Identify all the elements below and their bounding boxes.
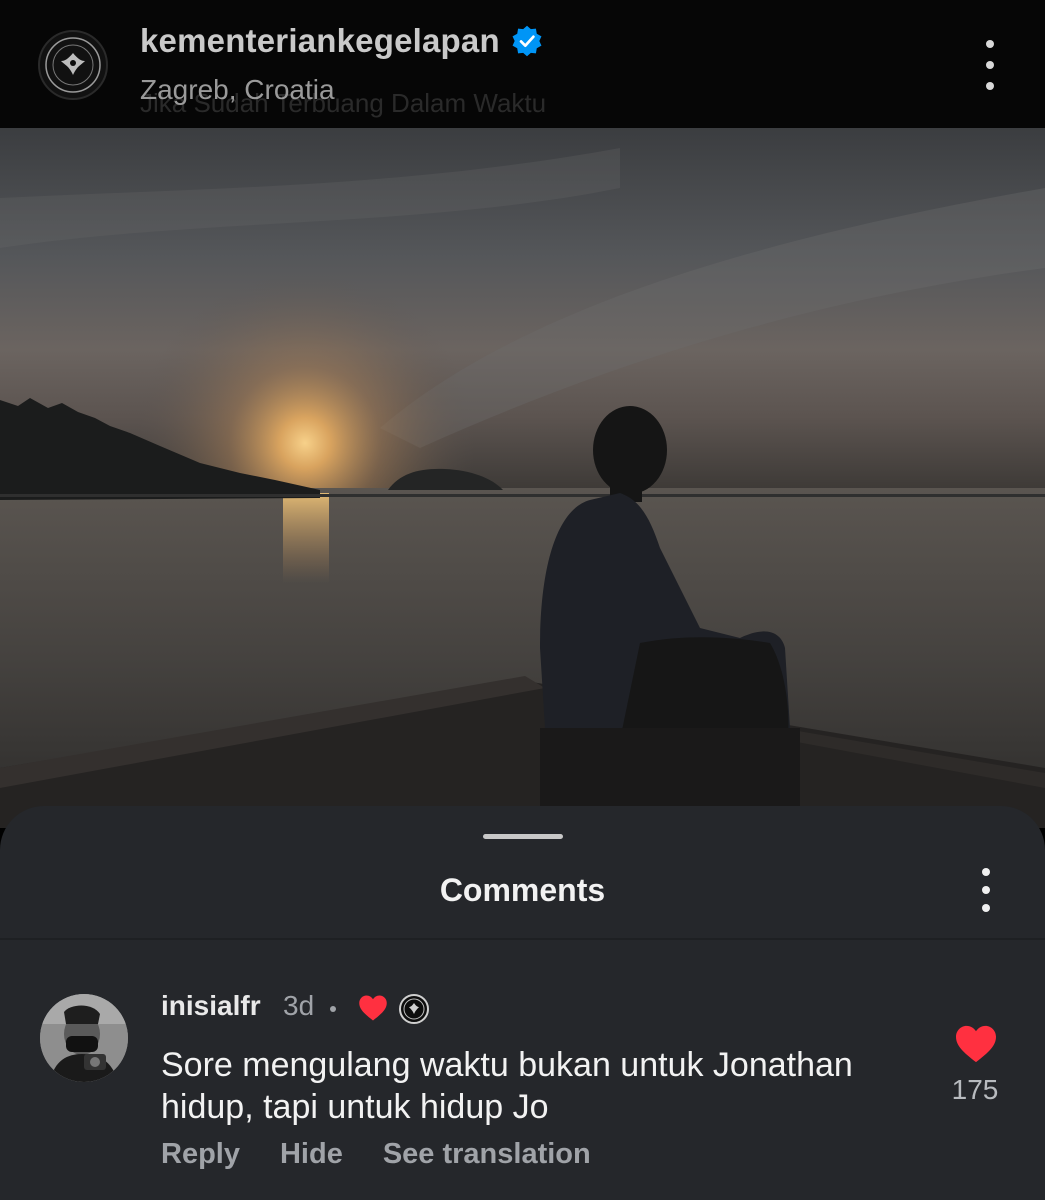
commenter-username[interactable]: inisialfr <box>161 990 261 1022</box>
commenter-photo <box>40 994 128 1082</box>
ministry-logo-icon <box>403 998 425 1020</box>
post-username[interactable]: kementeriankegelapan <box>140 22 544 60</box>
sheet-divider <box>0 938 1045 940</box>
hide-button[interactable]: Hide <box>280 1138 343 1171</box>
more-vertical-icon <box>982 868 990 876</box>
reply-button[interactable]: Reply <box>161 1138 240 1171</box>
see-translation-button[interactable]: See translation <box>383 1138 591 1171</box>
author-avatar-badge <box>399 994 429 1024</box>
like-heart-icon[interactable] <box>954 1024 998 1064</box>
sheet-drag-handle[interactable] <box>483 834 563 839</box>
ministry-logo-icon <box>45 37 101 93</box>
more-vertical-icon <box>986 40 994 48</box>
like-count: 175 <box>951 1074 999 1105</box>
post-location[interactable]: Zagreb, Croatia <box>140 74 335 106</box>
post-header: kementeriankegelapan Jika Sudah Terbuang… <box>0 0 1045 128</box>
comment-text: Sore mengulang waktu bukan untuk Jonatha… <box>161 1046 853 1126</box>
post-username-text[interactable]: kementeriankegelapan <box>140 22 500 60</box>
comments-title: Comments <box>439 872 606 908</box>
comments-more-button[interactable] <box>966 868 1006 912</box>
comments-sheet: Comments inisialfr 3d Sore mengulang wak… <box>0 806 1045 1200</box>
comment-actions: Reply Hide See translation <box>161 1138 591 1171</box>
profile-avatar[interactable] <box>38 30 108 100</box>
verified-badge-icon <box>512 25 542 57</box>
sunset-photo <box>0 128 1045 828</box>
post-image[interactable] <box>0 128 1045 828</box>
comment-timestamp: 3d <box>283 990 315 1021</box>
author-liked-heart-icon <box>359 995 387 1021</box>
more-options-button[interactable] <box>970 40 1010 90</box>
separator-dot <box>330 1006 336 1012</box>
commenter-avatar[interactable] <box>40 994 128 1082</box>
